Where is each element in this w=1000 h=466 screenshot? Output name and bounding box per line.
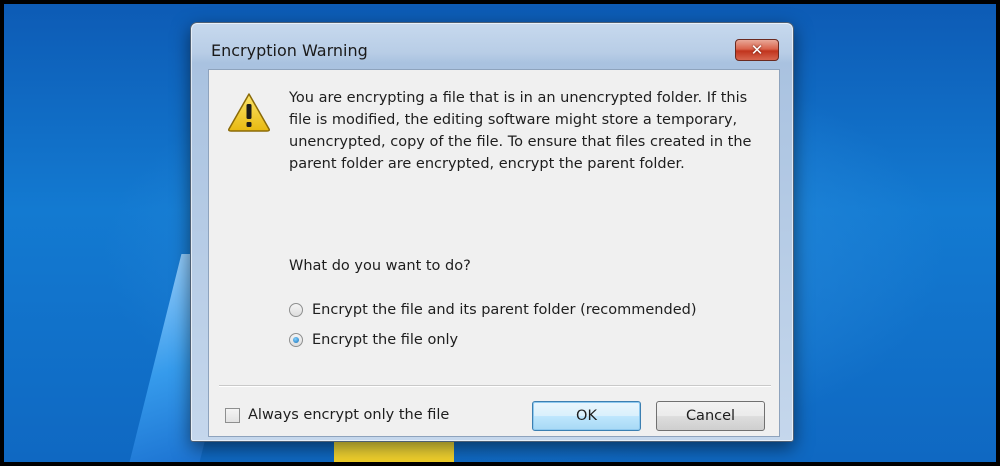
- option-encrypt-file-only[interactable]: Encrypt the file only: [289, 332, 458, 348]
- always-encrypt-checkbox[interactable]: [225, 407, 240, 423]
- close-icon: ✕: [750, 41, 764, 59]
- question-label: What do you want to do?: [289, 258, 471, 274]
- always-encrypt-file-option[interactable]: Always encrypt only the file: [225, 407, 449, 423]
- option-label: Encrypt the file and its parent folder (…: [312, 302, 697, 318]
- option-encrypt-file-and-folder[interactable]: Encrypt the file and its parent folder (…: [289, 302, 696, 318]
- radio-encrypt-file-only[interactable]: [289, 333, 303, 347]
- warning-message: You are encrypting a file that is in an …: [289, 90, 752, 172]
- checkbox-label: Always encrypt only the file: [248, 407, 450, 423]
- ok-button[interactable]: OK: [532, 401, 641, 431]
- encryption-warning-dialog: Encryption Warning ✕ You are encrypting …: [190, 22, 794, 442]
- radio-encrypt-file-and-folder[interactable]: [289, 303, 303, 317]
- option-label: Encrypt the file only: [312, 332, 459, 348]
- close-button[interactable]: ✕: [735, 39, 779, 61]
- window-title: Encryption Warning: [211, 41, 368, 60]
- separator: [219, 385, 771, 387]
- warning-icon: [228, 93, 270, 132]
- title-bar[interactable]: Encryption Warning ✕: [191, 23, 793, 65]
- dialog-content: You are encrypting a file that is in an …: [208, 69, 780, 437]
- cancel-button[interactable]: Cancel: [656, 401, 765, 431]
